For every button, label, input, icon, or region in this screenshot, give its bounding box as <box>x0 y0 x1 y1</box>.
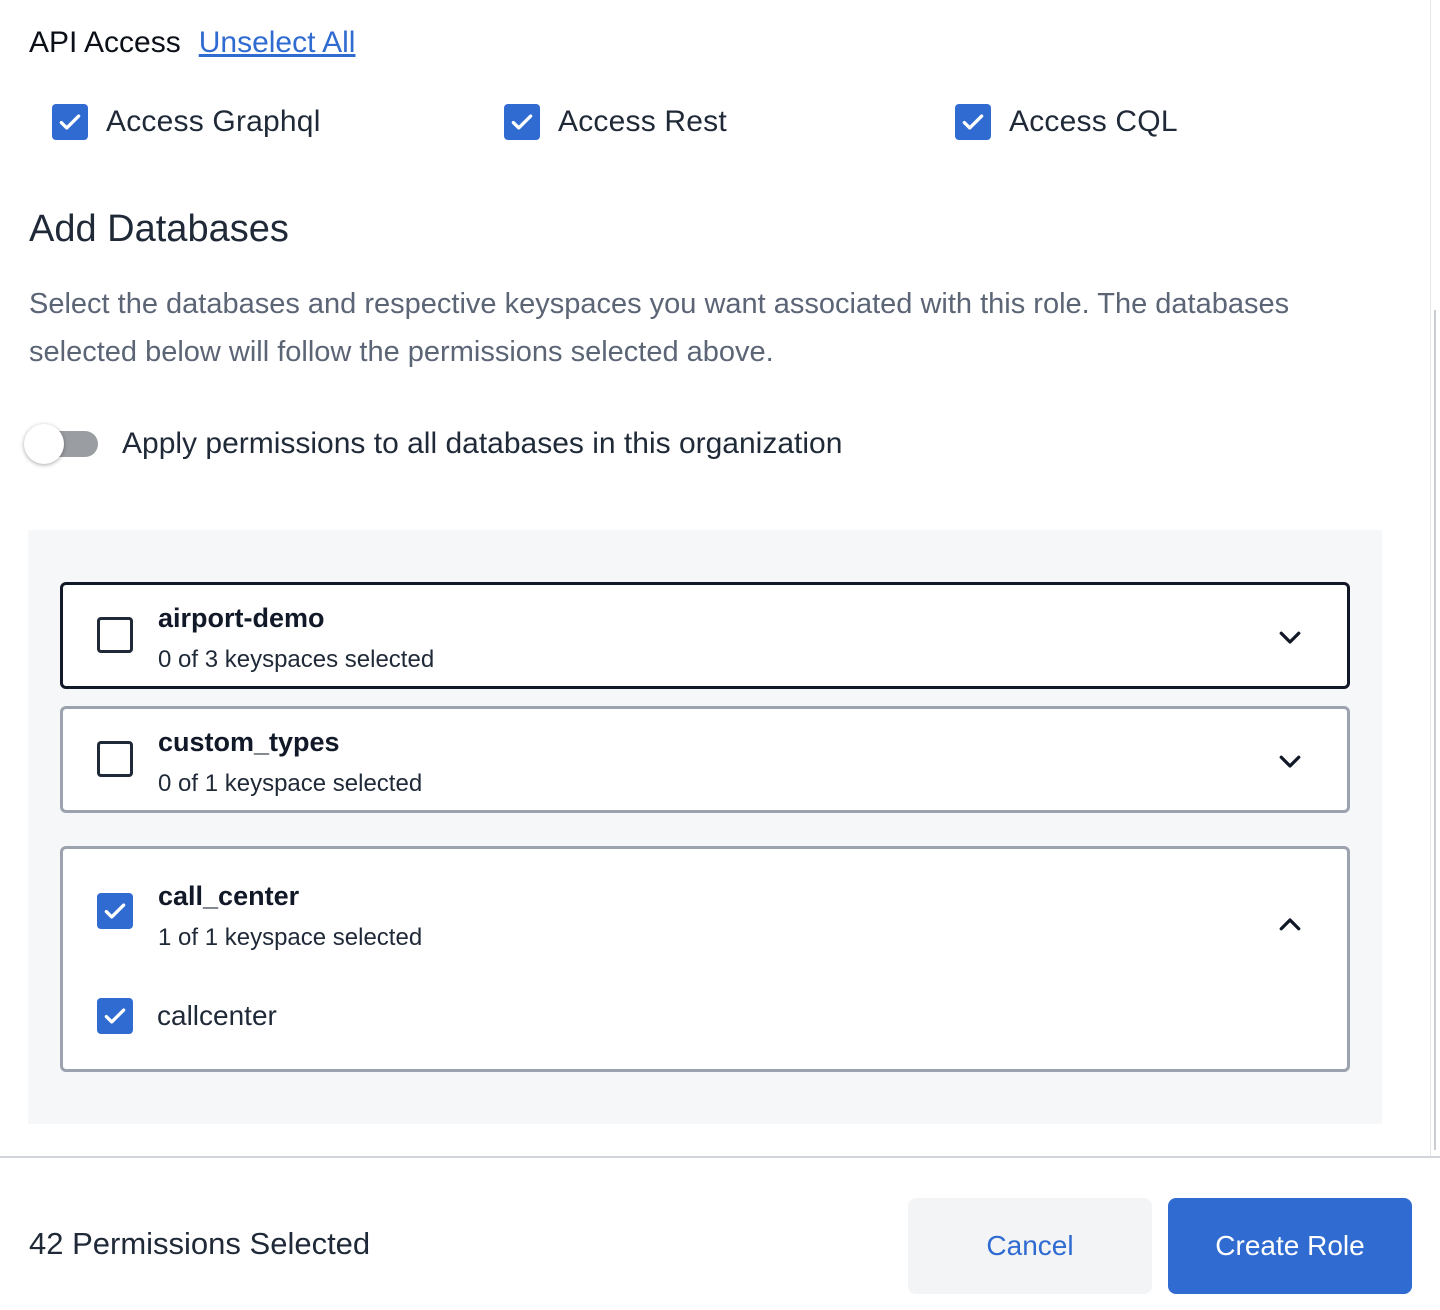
check-icon <box>104 903 126 919</box>
chevron-down-icon[interactable] <box>1275 746 1305 776</box>
scrollbar-thumb[interactable] <box>1434 310 1440 1150</box>
access-rest-option[interactable]: Access Rest <box>504 104 727 140</box>
database-keyspace-summary: 0 of 3 keyspaces selected <box>158 646 435 673</box>
access-cql-checkbox[interactable] <box>955 104 991 140</box>
footer-divider <box>0 1156 1440 1158</box>
database-keyspace-summary: 1 of 1 keyspace selected <box>158 924 423 951</box>
database-checkbox-airport-demo[interactable] <box>97 617 133 653</box>
apply-all-label: Apply permissions to all databases in th… <box>122 427 843 460</box>
database-keyspace-summary: 0 of 1 keyspace selected <box>158 770 423 797</box>
database-card-airport-demo[interactable]: airport-demo 0 of 3 keyspaces selected <box>60 582 1350 689</box>
add-databases-title: Add Databases <box>29 208 289 250</box>
database-text: airport-demo 0 of 3 keyspaces selected <box>158 603 434 674</box>
chevron-down-icon[interactable] <box>1275 622 1305 652</box>
access-rest-checkbox[interactable] <box>504 104 540 140</box>
check-icon <box>962 114 984 130</box>
permissions-count: 42 Permissions Selected <box>29 1226 371 1261</box>
database-card-header[interactable]: call_center 1 of 1 keyspace selected <box>63 849 1347 979</box>
check-icon <box>59 114 81 130</box>
access-graphql-checkbox[interactable] <box>52 104 88 140</box>
apply-all-toggle[interactable] <box>24 424 98 464</box>
chevron-up-icon[interactable] <box>1275 910 1305 940</box>
keyspace-label: callcenter <box>157 1000 277 1031</box>
database-card-call-center[interactable]: call_center 1 of 1 keyspace selected cal… <box>60 846 1350 1072</box>
access-graphql-option[interactable]: Access Graphql <box>52 104 321 140</box>
apply-all-toggle-row[interactable]: Apply permissions to all databases in th… <box>24 424 842 464</box>
add-databases-description: Select the databases and respective keys… <box>29 288 1290 368</box>
keyspace-checkbox-callcenter[interactable] <box>97 998 133 1034</box>
database-text: custom_types 0 of 1 keyspace selected <box>158 727 422 798</box>
check-icon <box>511 114 533 130</box>
access-graphql-label: Access Graphql <box>106 105 321 138</box>
database-card-custom-types[interactable]: custom_types 0 of 1 keyspace selected <box>60 706 1350 813</box>
database-text: call_center 1 of 1 keyspace selected <box>158 881 422 952</box>
access-cql-label: Access CQL <box>1009 105 1178 138</box>
check-icon <box>104 1008 126 1024</box>
create-role-button[interactable]: Create Role <box>1168 1198 1412 1294</box>
database-name: airport-demo <box>158 603 325 633</box>
database-card-header[interactable]: custom_types 0 of 1 keyspace selected <box>63 709 1347 810</box>
api-access-header: API Access Unselect All <box>29 26 355 60</box>
database-name: call_center <box>158 881 300 911</box>
toggle-knob <box>24 424 64 464</box>
cancel-button[interactable]: Cancel <box>908 1198 1152 1294</box>
database-checkbox-call-center[interactable] <box>97 893 133 929</box>
database-card-header[interactable]: airport-demo 0 of 3 keyspaces selected <box>63 585 1347 686</box>
database-name: custom_types <box>158 727 340 757</box>
access-rest-label: Access Rest <box>558 105 727 138</box>
keyspace-row-callcenter[interactable]: callcenter <box>97 998 277 1034</box>
unselect-all-link[interactable]: Unselect All <box>199 26 356 60</box>
access-cql-option[interactable]: Access CQL <box>955 104 1178 140</box>
database-checkbox-custom-types[interactable] <box>97 741 133 777</box>
api-access-title: API Access <box>29 26 181 59</box>
